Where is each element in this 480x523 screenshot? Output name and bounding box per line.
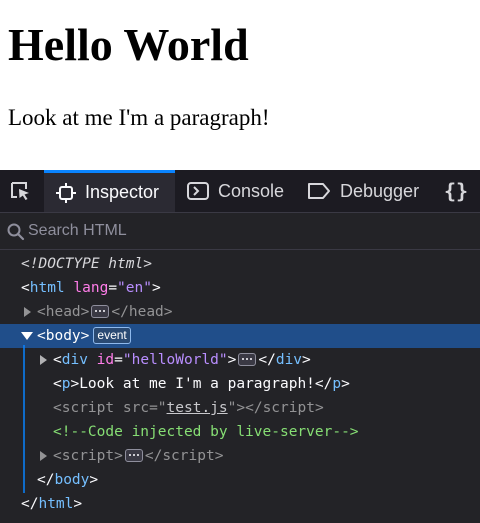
html-attr-name: lang [73, 280, 109, 296]
tree-node-body-close[interactable]: </body> [0, 468, 480, 492]
script-collapsed-tag-line: <script> </script> [53, 448, 224, 464]
console-icon [187, 181, 209, 201]
tab-inspector-label: Inspector [85, 182, 160, 202]
tree-node-div-helloworld[interactable]: <div id="helloWorld"> </div> [0, 348, 480, 372]
tree-node-head[interactable]: <head> </head> [0, 300, 480, 324]
div-tag-name: div [61, 352, 88, 368]
tab-debugger-label: Debugger [340, 180, 420, 201]
tree-node-body-selected[interactable]: <body> event [0, 324, 480, 348]
devtools-toolbar: Inspector Console Debugger {} [0, 170, 480, 213]
event-badge[interactable]: event [93, 326, 131, 344]
tree-node-script-injected[interactable]: <script> </script> [0, 444, 480, 468]
tab-debugger[interactable]: Debugger [307, 170, 419, 212]
tab-style-editor[interactable]: {} [444, 170, 477, 212]
expand-head-arrow-icon[interactable] [21, 300, 33, 324]
page-paragraph: Look at me I'm a paragraph! [8, 105, 270, 130]
tree-node-doctype[interactable]: <!DOCTYPE html> [0, 252, 480, 276]
style-editor-icon: {} [444, 179, 469, 203]
debugger-icon [307, 181, 331, 201]
markup-tree: <!DOCTYPE html> <html lang="en"> <head> <… [0, 251, 480, 523]
tree-node-paragraph[interactable]: <p>Look at me I'm a paragraph!</p> [0, 372, 480, 396]
div-attr-name: id [96, 352, 115, 368]
tree-node-html[interactable]: <html lang="en"> [0, 276, 480, 300]
search-html-input[interactable] [28, 219, 468, 243]
head-tag-line: <head> </head> [37, 304, 173, 320]
div-close-tag-name: div [275, 352, 303, 368]
element-picker-button[interactable] [0, 170, 40, 212]
html-tag-name: html [29, 280, 65, 296]
comment-text: <!--Code injected by live-server--> [53, 424, 359, 440]
script-close-tag-name: script [262, 400, 315, 416]
expand-script-arrow-icon[interactable] [37, 444, 49, 468]
div-attr-value: "helloWorld" [122, 352, 228, 368]
p-tag-line: <p>Look at me I'm a paragraph!</p> [53, 376, 350, 392]
head-tag-name: head [45, 304, 81, 320]
script-collapsed-ellipsis-icon[interactable] [124, 448, 143, 462]
html-close-tag-name: html [38, 496, 74, 512]
body-tag-name: body [45, 328, 81, 344]
doctype-text: <!DOCTYPE html> [21, 256, 152, 272]
element-picker-icon [11, 182, 29, 200]
head-close-tag-name: head [128, 304, 164, 320]
body-close-tag-name: body [54, 472, 90, 488]
p-close-tag-name: p [332, 376, 342, 392]
expand-div-arrow-icon[interactable] [37, 348, 49, 372]
html-attr-value: "en" [117, 280, 152, 296]
inspector-icon [56, 182, 76, 203]
tab-console-label: Console [218, 180, 285, 201]
devtools-panel: Inspector Console Debugger {} Search HTM… [0, 170, 480, 523]
tree-node-comment[interactable]: <!--Code injected by live-server--> [0, 420, 480, 444]
div-collapsed-ellipsis-icon[interactable] [238, 352, 257, 366]
search-html-bar [0, 213, 480, 250]
body-open-tag: <body> event [37, 324, 131, 348]
script2-tag-name: script [61, 448, 115, 464]
script-src-tag-line: <script src="test.js"></script> [53, 400, 324, 416]
search-icon [6, 222, 26, 242]
p-text-content: Look at me I'm a paragraph! [79, 376, 315, 392]
script-attr-name: src [122, 400, 150, 416]
selection-scope-guide-line [23, 345, 25, 493]
script2-close-tag-name: script [162, 448, 215, 464]
body-close-tag: </body> [37, 472, 99, 488]
tree-node-html-close[interactable]: </html> [0, 492, 480, 516]
tab-console[interactable]: Console [187, 170, 284, 212]
head-collapsed-ellipsis-icon[interactable] [91, 304, 110, 318]
page-heading: Hello World [8, 19, 249, 70]
script-tag-name: script [61, 400, 115, 416]
web-page-viewport: Hello World Look at me I'm a paragraph! [0, 0, 480, 170]
script-src-link[interactable]: test.js [167, 400, 228, 416]
div-tag-line: <div id="helloWorld"> </div> [53, 352, 311, 368]
html-open-tag: <html lang="en"> [21, 280, 161, 296]
tab-inspector[interactable]: Inspector [44, 170, 175, 212]
tree-node-script-src[interactable]: <script src="test.js"></script> [0, 396, 480, 420]
html-close-tag: </html> [21, 496, 83, 512]
